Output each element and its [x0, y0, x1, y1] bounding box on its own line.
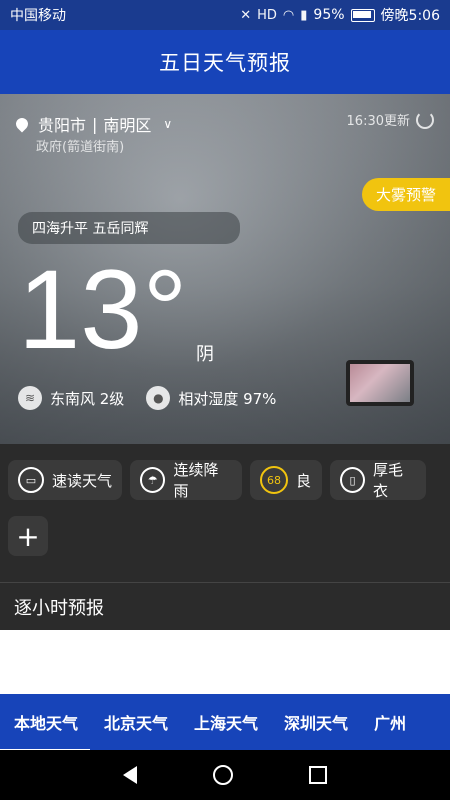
- media-thumbnail[interactable]: [346, 360, 414, 406]
- status-time: 傍晚5:06: [380, 8, 440, 24]
- weather-metrics: ≋ 东南风 2级 ● 相对湿度 97%: [18, 386, 276, 410]
- update-time: 16:30更新: [346, 114, 410, 129]
- fog-alert-badge[interactable]: 大雾预警: [361, 178, 450, 211]
- current-temperature: 13°: [18, 247, 188, 372]
- tab-guangzhou[interactable]: 广州: [374, 710, 406, 734]
- wind-metric: ≋ 东南风 2级: [18, 386, 124, 410]
- aqi-chip[interactable]: 68 良: [250, 460, 322, 500]
- hourly-forecast-header: 逐小时预报: [0, 582, 450, 630]
- carrier-label: 中国移动: [10, 8, 66, 24]
- recent-apps-icon[interactable]: [309, 766, 327, 784]
- rain-chip[interactable]: ☂ 连续降雨: [130, 460, 242, 500]
- wind-icon: ≋: [18, 386, 42, 410]
- wifi-icon: ◠: [282, 7, 295, 23]
- weather-panel: 贵阳市 | 南明区 ∨ 政府(箭道街南) 16:30更新 大雾预警 四海升平 五…: [0, 94, 450, 444]
- district-name: 南明区: [103, 116, 152, 135]
- location-pin-icon: [13, 115, 31, 133]
- status-icons: ✕ HD ◠ ▮ 95% 傍晚5:06: [240, 5, 440, 25]
- mute-icon: ✕: [240, 7, 252, 23]
- thumbnail-image: [350, 364, 410, 402]
- clothing-chip[interactable]: ▯ 厚毛衣: [330, 460, 426, 500]
- tab-shanghai[interactable]: 上海天气: [194, 710, 258, 734]
- city-tabs: 本地天气 北京天气 上海天气 深圳天气 广州: [0, 694, 450, 752]
- slogan-banner: 四海升平 五岳同辉: [18, 212, 240, 244]
- water-drop-icon: ●: [146, 386, 171, 410]
- hourly-title: 逐小时预报: [14, 597, 104, 619]
- hd-icon: HD: [257, 7, 277, 23]
- refresh-icon[interactable]: [416, 110, 434, 129]
- rain-icon: ☂: [140, 467, 166, 493]
- tab-beijing[interactable]: 北京天气: [104, 710, 168, 734]
- back-icon[interactable]: [123, 766, 137, 784]
- humidity-text: 相对湿度 97%: [178, 389, 277, 408]
- quick-info-chips: ▭ 速读天气 ☂ 连续降雨 68 良 ▯ 厚毛衣 +: [0, 444, 450, 582]
- location-separator: |: [92, 114, 98, 134]
- aqi-label: 良: [296, 471, 312, 490]
- signal-icon: ▮: [300, 7, 308, 23]
- wind-text: 东南风 2级: [50, 389, 125, 408]
- hourly-forecast-content: [0, 630, 450, 694]
- update-info[interactable]: 16:30更新: [347, 110, 434, 129]
- battery-percent: 95%: [313, 7, 345, 23]
- city-name: 贵阳市: [38, 116, 87, 135]
- weather-condition: 阴: [196, 344, 214, 365]
- battery-icon: [350, 8, 375, 22]
- location-selector[interactable]: 贵阳市 | 南明区 ∨: [13, 112, 173, 136]
- clothing-icon: ▯: [340, 467, 366, 493]
- humidity-metric: ● 相对湿度 97%: [146, 386, 276, 410]
- book-icon: ▭: [18, 467, 44, 493]
- add-chip-button[interactable]: +: [8, 516, 48, 556]
- app-header: 五日天气预报: [0, 30, 450, 94]
- location-detail: 政府(箭道街南): [36, 140, 125, 155]
- clothing-label: 厚毛衣: [373, 461, 404, 500]
- chevron-down-icon: ∨: [163, 117, 173, 131]
- status-bar: 中国移动 ✕ HD ◠ ▮ 95% 傍晚5:06: [0, 0, 450, 30]
- rain-label: 连续降雨: [173, 461, 219, 500]
- aqi-value: 68: [260, 466, 288, 494]
- quick-read-chip[interactable]: ▭ 速读天气: [8, 460, 122, 500]
- home-icon[interactable]: [213, 765, 233, 785]
- page-title: 五日天气预报: [159, 51, 291, 75]
- tab-shenzhen[interactable]: 深圳天气: [284, 710, 348, 734]
- quick-read-label: 速读天气: [52, 471, 113, 490]
- tab-local[interactable]: 本地天气: [0, 710, 91, 752]
- system-nav-bar: [0, 750, 450, 800]
